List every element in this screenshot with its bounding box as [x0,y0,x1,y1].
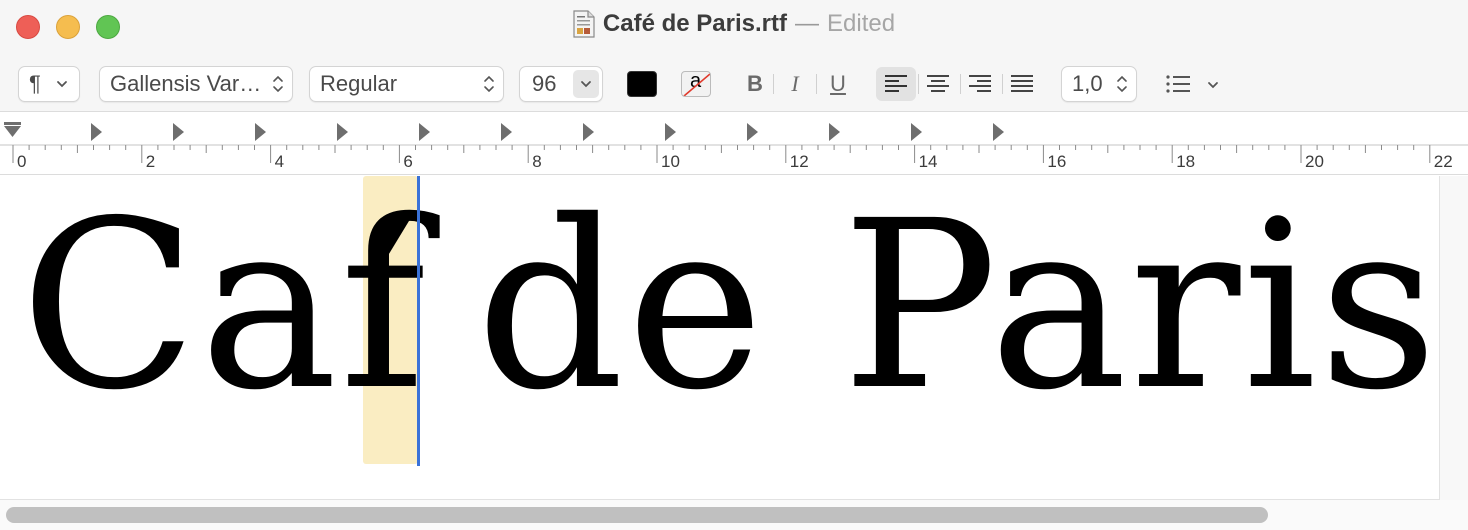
document-text-area[interactable]: Caf de Paris [0,176,1440,500]
ruler-label: 16 [1047,152,1066,171]
up-down-arrows-icon [484,75,494,93]
window-title-group: Café de Paris.rtf — Edited [0,10,1468,40]
ruler-label: 4 [275,152,284,171]
format-toolbar: ¶ Gallensis Var… Regular 96 a B I U 1,0 [0,52,1468,112]
up-down-arrows-icon [1117,75,1127,93]
font-family-value: Gallensis Var… [110,71,262,96]
ruler-label: 2 [146,152,155,171]
paragraph-style-popup[interactable]: ¶ [18,66,80,102]
edited-status[interactable]: Edited [827,10,895,38]
justify-button[interactable] [1002,67,1042,101]
font-style-value: Regular [320,71,398,96]
ruler-label: 0 [17,152,26,171]
tab-stop-marker[interactable] [91,123,102,141]
align-right-button[interactable] [960,67,1000,101]
ruler-label: 22 [1434,152,1453,171]
document-title: Café de Paris.rtf [602,10,787,37]
ruler-label: 14 [919,152,938,171]
tab-stop-marker[interactable] [501,123,512,141]
ruler-label: 12 [790,152,809,171]
font-style-popup[interactable]: Regular [309,66,504,102]
title-separator: — [795,10,819,37]
align-left-button[interactable] [876,67,916,101]
tab-stop-marker[interactable] [583,123,594,141]
justify-icon [1011,75,1033,92]
document-text-after: de Paris [476,176,1440,441]
pilcrow-icon: ¶ [29,71,41,96]
ruler-label: 10 [661,152,680,171]
tab-stop-marker[interactable] [993,123,1004,141]
ruler-label: 18 [1176,152,1195,171]
bulleted-list-icon [1166,75,1190,93]
font-size-combo[interactable]: 96 [519,66,603,102]
align-center-icon [927,75,949,92]
acute-accent-glyph [370,216,412,272]
chevron-down-icon [1208,82,1218,89]
rtf-document-icon[interactable] [573,10,595,38]
align-left-icon [885,75,907,92]
align-center-button[interactable] [918,67,958,101]
tab-stop-marker[interactable] [747,123,758,141]
title-bar: Café de Paris.rtf — Edited [0,0,1468,52]
bold-button[interactable]: B [737,68,773,100]
indent-marker[interactable] [4,122,21,137]
horizontal-scrollbar-thumb[interactable] [6,507,1268,523]
ruler-label: 6 [403,152,412,171]
tab-stop-marker[interactable] [255,123,266,141]
background-color-well[interactable]: a [681,71,711,97]
chevron-down-icon [581,81,591,88]
divider [773,74,774,94]
list-bullets-popup[interactable] [1162,68,1226,100]
italic-button[interactable]: I [777,68,813,100]
text-insertion-caret [417,176,420,466]
tab-stop-marker[interactable] [419,123,430,141]
tab-stop-marker[interactable] [173,123,184,141]
tab-stop-marker[interactable] [665,123,676,141]
tab-stop-marker[interactable] [911,123,922,141]
chevron-down-icon [57,81,67,88]
font-family-popup[interactable]: Gallensis Var… [99,66,293,102]
vertical-scroll-track[interactable] [1440,176,1468,500]
up-down-arrows-icon [273,75,283,93]
tab-stop-marker[interactable] [829,123,840,141]
line-spacing-value: 1,0 [1072,71,1103,96]
ruler-label: 20 [1305,152,1324,171]
font-size-dropdown-button[interactable] [573,70,599,98]
text-color-well[interactable] [627,71,657,97]
ruler[interactable]: 0 2 4 6 8 10 12 14 16 18 20 22 [0,113,1468,175]
ruler-label: 8 [532,152,541,171]
ruler-scale: 0 2 4 6 8 10 12 14 16 18 20 22 [0,122,1468,171]
underline-button[interactable]: U [820,68,856,100]
align-right-icon [969,75,991,92]
line-spacing-popup[interactable]: 1,0 [1061,66,1137,102]
font-size-value[interactable]: 96 [532,71,556,96]
tab-stop-marker[interactable] [337,123,348,141]
divider [816,74,817,94]
